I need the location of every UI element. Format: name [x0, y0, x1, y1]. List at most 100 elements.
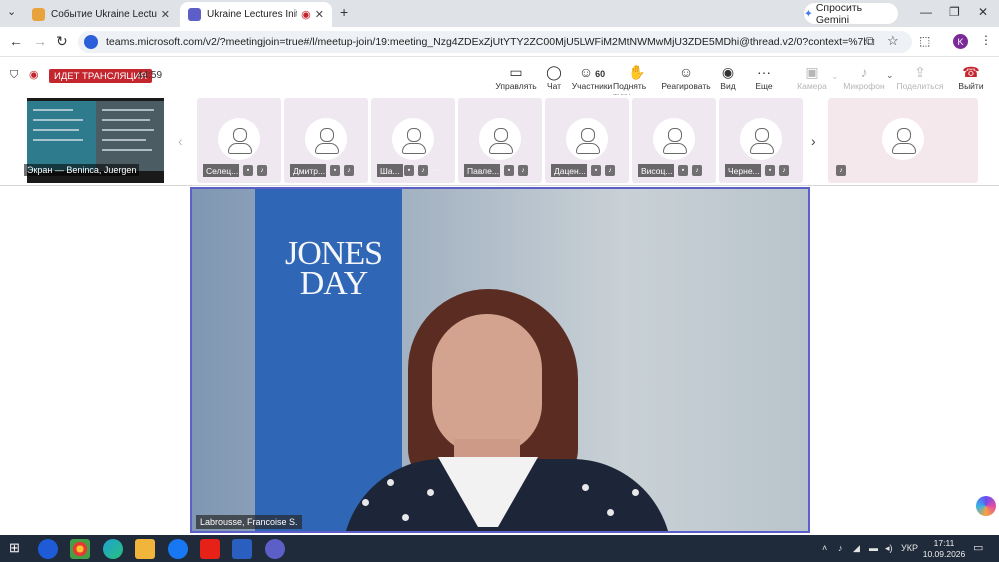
- tray-mic-icon: ♪: [838, 543, 843, 553]
- view-label: Вид: [720, 81, 736, 91]
- slide-right-panel: [96, 101, 164, 171]
- avatar: [392, 118, 434, 160]
- minimize-icon[interactable]: —: [920, 5, 932, 19]
- chrome-icon[interactable]: [70, 539, 90, 559]
- tray-battery-icon[interactable]: ▬: [869, 543, 878, 553]
- tray-network-icon[interactable]: ◢: [853, 543, 860, 554]
- slide-preview: [27, 101, 164, 171]
- mic-chevron-down-icon[interactable]: ⌄: [886, 70, 894, 81]
- self-tile[interactable]: ♪: [828, 98, 978, 183]
- leave-icon: ☎: [962, 64, 980, 80]
- view-icon: ◉: [721, 64, 735, 80]
- url-field[interactable]: teams.microsoft.com/v2/?meetingjoin=true…: [78, 31, 912, 53]
- mic-off-icon: ♪: [836, 165, 846, 176]
- participants-button[interactable]: ☺ 60 Участники: [568, 63, 616, 91]
- close-tab-icon[interactable]: ✕: [315, 8, 324, 21]
- tab-label: Событие Ukraine Lectures Initi: [51, 9, 157, 20]
- tray-volume-icon[interactable]: ◂): [885, 543, 893, 554]
- people-icon: ☺ 60: [578, 64, 606, 80]
- logo-line-2: DAY: [299, 265, 369, 302]
- word-icon[interactable]: [232, 539, 252, 559]
- leave-label: Выйти: [958, 81, 984, 91]
- close-window-icon[interactable]: ✕: [978, 5, 988, 19]
- screen-share-label: Экран — Beninca, Juergen: [24, 164, 140, 176]
- install-app-icon[interactable]: ⧉: [866, 34, 875, 49]
- more-options-icon[interactable]: ···: [431, 165, 441, 176]
- clock-time: 17:11: [933, 538, 955, 548]
- camera-off-icon: ▪: [591, 165, 601, 176]
- participant-tile[interactable]: Висоц... ▪ ♪: [632, 98, 716, 183]
- camera-off-icon: ▪: [243, 165, 253, 176]
- back-icon[interactable]: ←: [9, 33, 23, 49]
- avatar: [653, 118, 695, 160]
- forward-icon[interactable]: →: [33, 33, 47, 49]
- browser-tab-bar: ⌄ Событие Ukraine Lectures Initi ✕ Ukrai…: [0, 0, 999, 27]
- react-button[interactable]: ☺ Реагировать: [661, 63, 710, 91]
- leave-button[interactable]: ☎ Выйти: [947, 63, 995, 91]
- participant-tile[interactable]: Дмитр... ▪ ♪: [284, 98, 368, 183]
- tray-chevron-up-icon[interactable]: ˄: [822, 543, 827, 553]
- jacket-dot: [387, 479, 394, 486]
- avatar: [882, 118, 924, 160]
- mic-off-icon: ♪: [344, 165, 354, 176]
- participant-tile[interactable]: Дацен... ▪ ♪: [545, 98, 629, 183]
- camera-button[interactable]: ▣ Камера: [788, 63, 836, 91]
- tab-favicon-icon: [32, 8, 45, 21]
- language-indicator[interactable]: УКР: [901, 543, 918, 553]
- profile-avatar[interactable]: K: [953, 34, 968, 49]
- participant-name: Селец...: [203, 164, 239, 177]
- participant-name: Ша...: [377, 164, 403, 177]
- browser-tab-teams[interactable]: Ukraine Lectures Initiative: I ◉ ✕: [180, 2, 332, 27]
- participant-tile[interactable]: Ша... ▪ ♪ ···: [371, 98, 455, 183]
- meeting-control-bar: ⛉ ◉ ИДЕТ ТРАНСЛЯЦИЯ 44:59 ▭ Управлять ◯ …: [0, 57, 999, 101]
- participant-name: Висоц...: [638, 164, 674, 177]
- notifications-icon[interactable]: ▭: [973, 541, 983, 554]
- browser-menu-icon[interactable]: ⋮: [980, 33, 992, 47]
- participant-tile[interactable]: Черне... ▪ ♪: [719, 98, 803, 183]
- participant-tile[interactable]: Павле... ▪ ♪: [458, 98, 542, 183]
- speaker-video[interactable]: JONES DAY Labrousse, Francoise S.: [190, 187, 810, 533]
- microphone-button[interactable]: ♪ Микрофон: [840, 63, 888, 91]
- restore-icon[interactable]: ❐: [949, 5, 960, 19]
- camera-off-icon: ▪: [678, 165, 688, 176]
- slide-line: [102, 149, 152, 151]
- url-text: teams.microsoft.com/v2/?meetingjoin=true…: [106, 36, 866, 48]
- file-explorer-icon[interactable]: [135, 539, 155, 559]
- copilot-icon[interactable]: [976, 496, 996, 516]
- gemini-icon: ✦: [804, 7, 813, 20]
- jacket-dot: [582, 484, 589, 491]
- avatar: [740, 118, 782, 160]
- slide-line: [33, 129, 79, 131]
- taskbar-clock[interactable]: 17:11 10.09.2026: [920, 538, 968, 560]
- windows-start-icon[interactable]: ⊞: [9, 540, 20, 556]
- shield-icon: ⛉: [10, 69, 19, 81]
- bookmark-star-icon[interactable]: ☆: [887, 33, 899, 49]
- participant-tile[interactable]: Селец... ▪ ♪: [197, 98, 281, 183]
- previous-page-icon[interactable]: ‹: [178, 133, 183, 149]
- chat-icon: ◯: [546, 64, 562, 80]
- close-tab-icon[interactable]: ✕: [161, 8, 170, 21]
- avatar: [479, 118, 521, 160]
- reload-icon[interactable]: ↻: [56, 33, 68, 50]
- camera-chevron-down-icon[interactable]: ⌄: [831, 71, 839, 82]
- browser-tab-event[interactable]: Событие Ukraine Lectures Initi ✕: [24, 2, 178, 27]
- microphone-icon: ♪: [860, 64, 868, 80]
- youtube-icon[interactable]: [200, 539, 220, 559]
- new-tab-icon[interactable]: +: [340, 4, 348, 20]
- more-button[interactable]: ··· Еще: [740, 63, 788, 91]
- camera-off-icon: ▪: [404, 165, 414, 176]
- tab-list-chevron-icon[interactable]: ⌄: [7, 5, 16, 18]
- edge-icon[interactable]: [103, 539, 123, 559]
- mic-off-icon: ♪: [605, 165, 615, 176]
- mic-off-icon: ♪: [779, 165, 789, 176]
- site-info-icon[interactable]: [84, 35, 98, 49]
- teams-taskbar-icon[interactable]: [265, 539, 285, 559]
- next-page-icon[interactable]: ›: [811, 133, 816, 149]
- jacket-dot: [402, 514, 409, 521]
- ask-gemini-button[interactable]: ✦ Спросить Gemini: [804, 2, 898, 26]
- share-button[interactable]: ⇪ Поделиться: [896, 63, 944, 91]
- zoom-app-icon[interactable]: [38, 539, 58, 559]
- slide-left-panel: [27, 101, 96, 171]
- extensions-icon[interactable]: ⬚: [919, 34, 930, 48]
- facebook-icon[interactable]: [168, 539, 188, 559]
